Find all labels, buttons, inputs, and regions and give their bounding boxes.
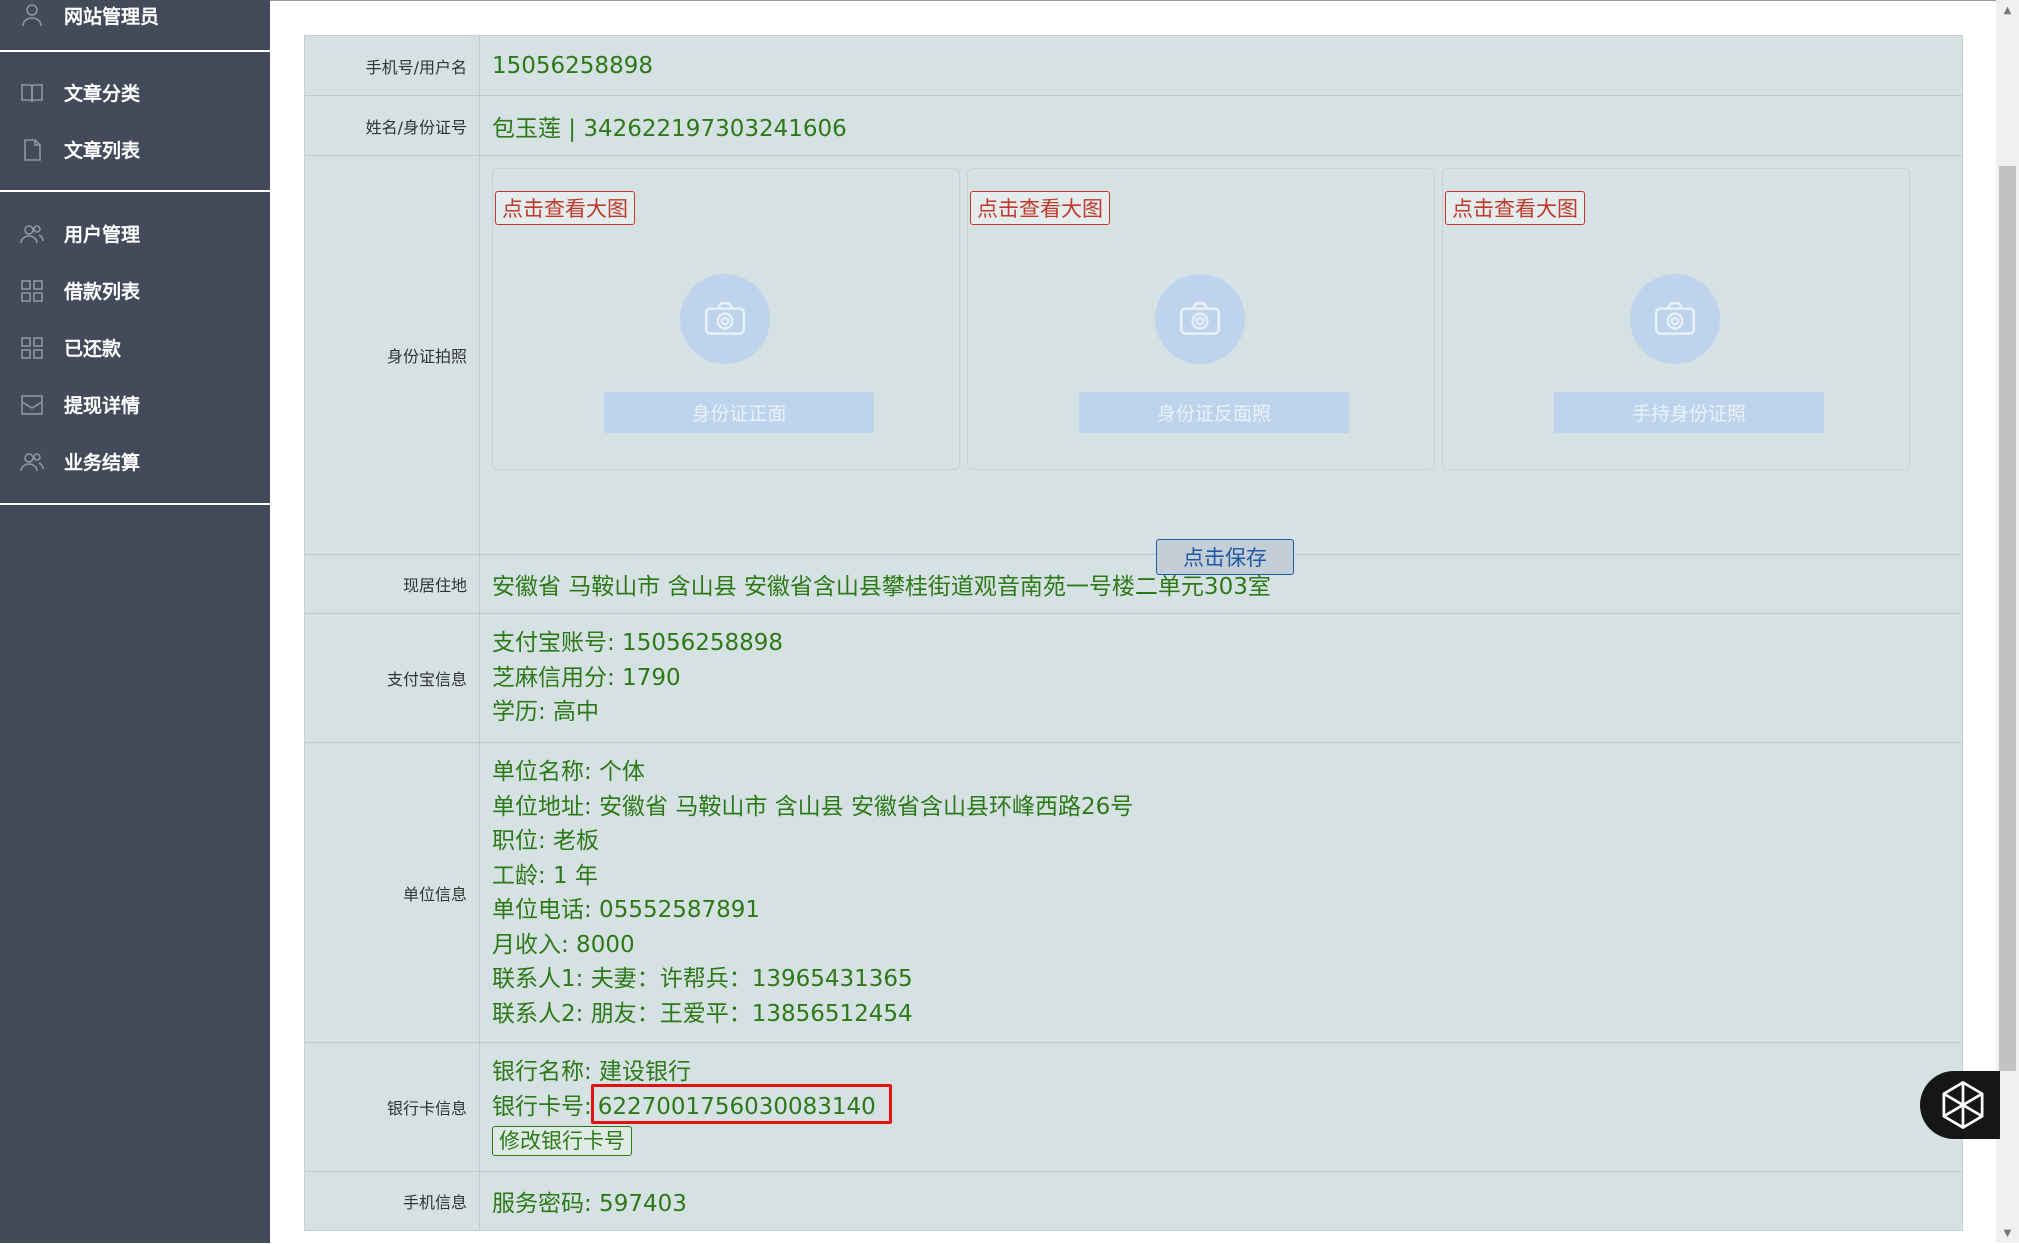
view-large-button[interactable]: 点击查看大图 [1445,191,1585,225]
alipay-info: 支付宝账号: 15056258898 芝麻信用分: 1790 学历: 高中 [492,614,1962,742]
row-label: 现居住地 [305,555,480,613]
scroll-down-arrow-icon[interactable]: ▼ [1996,1223,2019,1243]
bank-card-number: 6227001756030083140 [597,1093,876,1120]
assistant-float-button[interactable] [1920,1071,2000,1139]
row-bank-card: 银行卡信息 银行名称: 建设银行 银行卡号: 622700175603008314… [305,1043,1962,1172]
address-value: 安徽省 马鞍山市 含山县 安徽省含山县攀桂街道观音南苑一号楼二单元303室 [492,574,1271,600]
view-large-button[interactable]: 点击查看大图 [495,191,635,225]
sidebar: 网站管理员 文章分类 文章列表 用户管理 借款列表 已还款 提现详情 业务结算 [0,0,270,1243]
row-label: 手机信息 [305,1172,480,1230]
sidebar-item-admin[interactable]: 网站管理员 [0,0,270,30]
scroll-up-arrow-icon[interactable]: ▲ [1996,0,2019,20]
company-name: 单位名称: 个体 [492,759,646,785]
alipay-account: 支付宝账号: 15056258898 [492,630,784,656]
sesame-credit-score: 芝麻信用分: 1790 [492,664,681,691]
bank-card-prefix: 银行卡号: [492,1093,592,1120]
id-front-card: 点击查看大图 身份证正面 [492,168,960,470]
bank-card-line: 银行卡号: 6227001756030083140 [492,1090,1962,1125]
sidebar-item-label: 文章分类 [64,83,141,105]
user-icon [18,1,46,29]
id-handheld-card: 点击查看大图 手持身份证照 [1442,168,1910,470]
inbox-icon [18,391,46,419]
company-address: 单位地址: 安徽省 马鞍山市 含山县 安徽省含山县环峰西路26号 [492,793,1134,820]
bank-name: 银行名称: 建设银行 [492,1059,692,1085]
camera-icon[interactable] [1155,274,1245,364]
sidebar-item-settlement[interactable]: 业务结算 [0,433,270,490]
row-work: 单位信息 单位名称: 个体 单位地址: 安徽省 马鞍山市 含山县 安徽省含山县环… [305,743,1962,1043]
row-name-id: 姓名/身份证号 包玉莲 | 342622197303241606 [305,96,1962,156]
view-large-button[interactable]: 点击查看大图 [970,191,1110,225]
id-back-card: 点击查看大图 身份证反面照 [967,168,1435,470]
nav-group-articles: 文章分类 文章列表 [0,64,270,192]
row-alipay: 支付宝信息 支付宝账号: 15056258898 芝麻信用分: 1790 学历:… [305,614,1962,743]
phone-value: 15056258898 [492,52,653,79]
education: 学历: 高中 [492,699,600,725]
row-label: 姓名/身份证号 [305,96,480,155]
work-years: 工龄: 1 年 [492,862,599,889]
upload-id-back-button[interactable]: 身份证反面照 [1079,392,1349,433]
work-info: 单位名称: 个体 单位地址: 安徽省 马鞍山市 含山县 安徽省含山县环峰西路26… [492,743,1962,1042]
sidebar-item-label: 业务结算 [64,452,141,474]
nav-group-admin: 网站管理员 [0,0,270,52]
sidebar-item-user-management[interactable]: 用户管理 [0,205,270,262]
row-mobile: 手机信息 服务密码: 597403 [305,1172,1962,1230]
service-password: 服务密码: 597403 [492,1191,687,1217]
row-label: 单位信息 [305,743,480,1042]
sidebar-item-article-category[interactable]: 文章分类 [0,64,270,121]
row-label: 身份证拍照 [305,156,480,554]
row-address: 现居住地 安徽省 马鞍山市 含山县 安徽省含山县攀桂街道观音南苑一号楼二单元30… [305,555,1962,614]
document-icon [18,136,46,164]
row-label: 银行卡信息 [305,1043,480,1171]
contact-2: 联系人2: 朋友：王爱平：13856512454 [492,1000,913,1027]
main-content: 手机号/用户名 15056258898 姓名/身份证号 包玉莲 | 342622… [270,0,1996,1244]
book-icon [18,79,46,107]
users-icon [18,220,46,248]
job-position: 职位: 老板 [492,828,600,854]
row-phone: 手机号/用户名 15056258898 [305,36,1962,96]
grid-icon [18,334,46,362]
camera-icon[interactable] [680,274,770,364]
upload-id-handheld-button[interactable]: 手持身份证照 [1554,392,1824,433]
edit-bank-card-button[interactable]: 修改银行卡号 [492,1126,632,1156]
users-icon [18,448,46,476]
sidebar-item-repaid[interactable]: 已还款 [0,319,270,376]
contact-1: 联系人1: 夫妻：许帮兵：13965431365 [492,966,913,992]
sidebar-item-loan-list[interactable]: 借款列表 [0,262,270,319]
camera-icon[interactable] [1630,274,1720,364]
sidebar-item-label: 借款列表 [64,281,141,303]
sidebar-item-label: 文章列表 [64,140,141,162]
row-label: 手机号/用户名 [305,36,480,95]
upload-id-front-button[interactable]: 身份证正面 [604,392,874,433]
company-phone: 单位电话: 05552587891 [492,897,761,923]
grid-icon [18,277,46,305]
sidebar-item-withdraw-details[interactable]: 提现详情 [0,376,270,433]
row-label: 支付宝信息 [305,614,480,742]
user-detail-table: 手机号/用户名 15056258898 姓名/身份证号 包玉莲 | 342622… [304,35,1963,1231]
sidebar-item-label: 已还款 [64,338,122,360]
sidebar-item-label: 提现详情 [64,395,141,417]
monthly-income: 月收入: 8000 [492,931,635,958]
name-id-value: 包玉莲 | 342622197303241606 [492,115,847,142]
sidebar-item-label: 用户管理 [64,224,141,246]
assistant-logo-icon [1942,1080,1984,1130]
sidebar-item-article-list[interactable]: 文章列表 [0,121,270,178]
sidebar-item-label: 网站管理员 [64,5,160,28]
row-id-photos: 身份证拍照 点击查看大图 身份证正面 点击查看大图 身份证反面照 点击查看大图 [305,156,1962,575]
nav-group-business: 用户管理 借款列表 已还款 提现详情 业务结算 [0,205,270,505]
edit-card-line: 修改银行卡号 [492,1124,1962,1159]
bank-info: 银行名称: 建设银行 银行卡号: 6227001756030083140 修改银行… [492,1043,1962,1171]
scroll-thumb[interactable] [1999,166,2016,1071]
scrollbar[interactable]: ▲ ▼ [1996,0,2019,1243]
